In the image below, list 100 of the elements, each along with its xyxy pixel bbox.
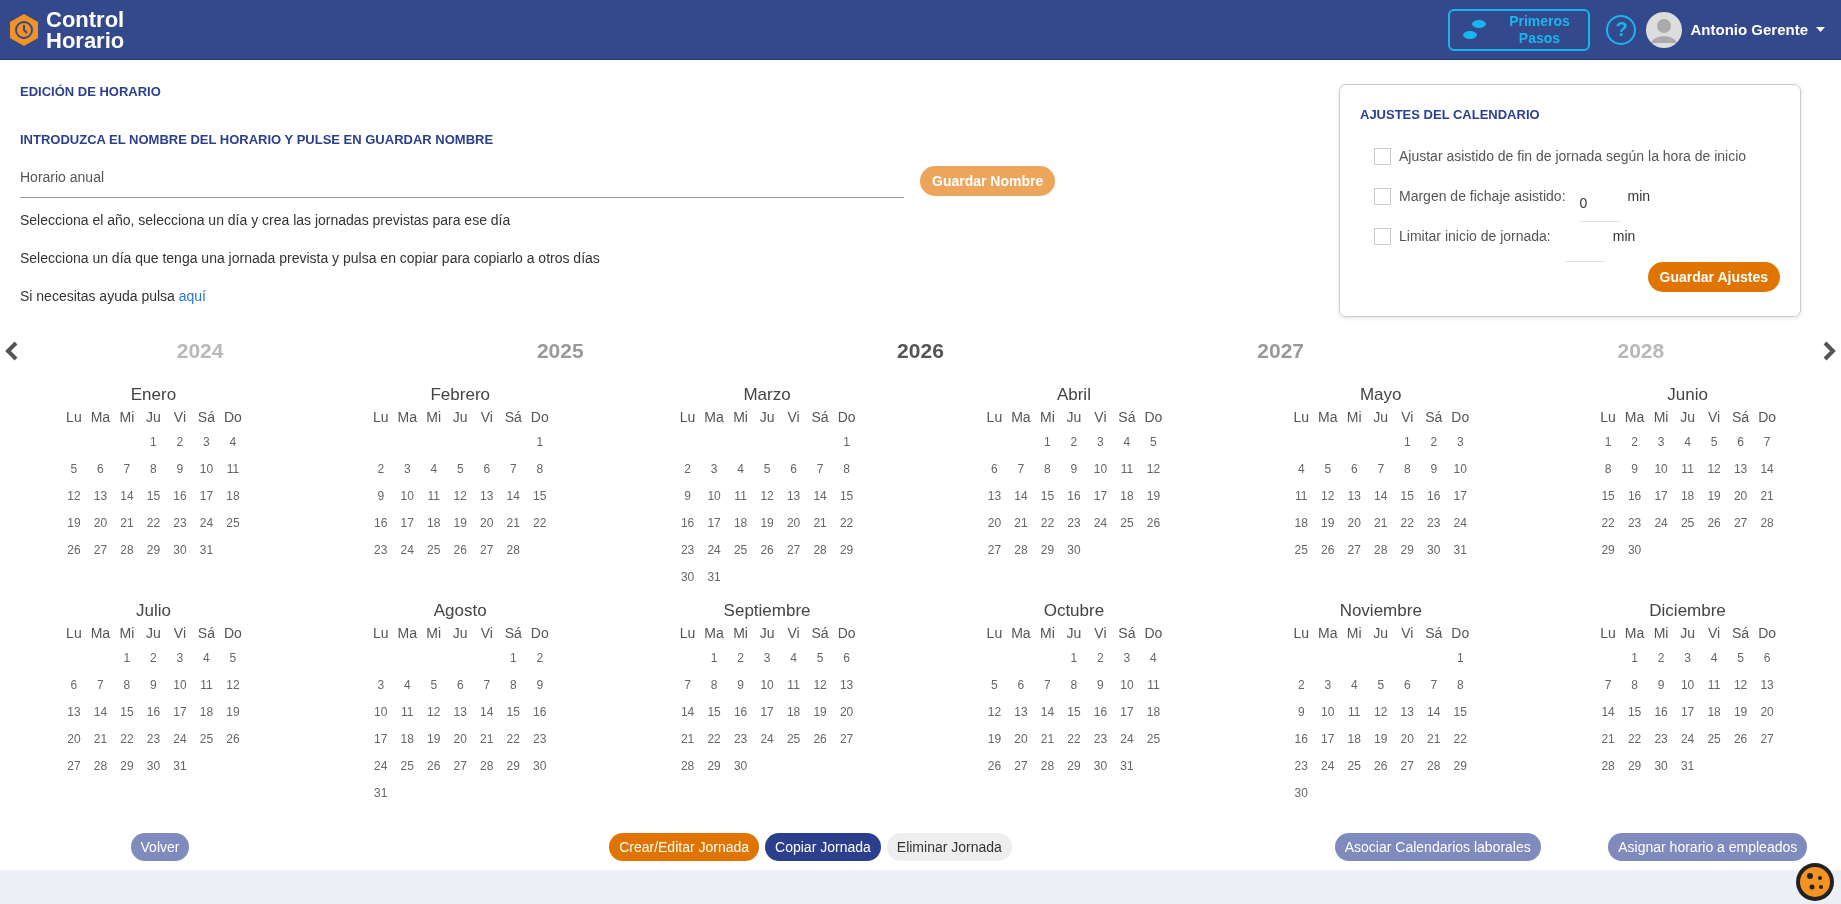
calendar-day[interactable]: 5	[981, 672, 1007, 699]
calendar-day[interactable]: 17	[167, 699, 193, 726]
calendar-day[interactable]: 3	[1315, 672, 1341, 699]
calendar-day[interactable]: 11	[1288, 483, 1314, 510]
calendar-day[interactable]: 16	[675, 510, 701, 537]
calendar-day[interactable]: 6	[87, 456, 113, 483]
calendar-day[interactable]: 22	[1622, 726, 1648, 753]
calendar-day[interactable]: 1	[701, 645, 727, 672]
calendar-day[interactable]: 25	[728, 537, 754, 564]
calendar-day[interactable]: 3	[193, 429, 219, 456]
calendar-day[interactable]: 14	[1008, 483, 1034, 510]
calendar-day[interactable]: 27	[781, 537, 807, 564]
calendar-day[interactable]: 20	[1394, 726, 1420, 753]
calendar-day[interactable]: 11	[1140, 672, 1166, 699]
calendar-day[interactable]: 17	[394, 510, 420, 537]
calendar-day[interactable]: 12	[754, 483, 780, 510]
calendar-day[interactable]: 8	[834, 456, 860, 483]
calendar-day[interactable]: 28	[1754, 510, 1780, 537]
calendar-day[interactable]: 2	[1421, 429, 1447, 456]
calendar-day[interactable]: 30	[728, 753, 754, 780]
calendar-day[interactable]: 5	[1140, 429, 1166, 456]
calendar-day[interactable]: 19	[1315, 510, 1341, 537]
calendar-day[interactable]: 6	[61, 672, 87, 699]
calendar-day[interactable]: 9	[167, 456, 193, 483]
calendar-day[interactable]: 12	[981, 699, 1007, 726]
calendar-day[interactable]: 1	[1622, 645, 1648, 672]
calendar-day[interactable]: 7	[1008, 456, 1034, 483]
calendar-day[interactable]: 19	[981, 726, 1007, 753]
calendar-day[interactable]: 31	[368, 780, 394, 807]
calendar-day[interactable]: 19	[1140, 483, 1166, 510]
calendar-day[interactable]: 1	[1595, 429, 1621, 456]
calendar-day[interactable]: 7	[500, 456, 526, 483]
calendar-day[interactable]: 18	[220, 483, 246, 510]
calendar-day[interactable]: 15	[527, 483, 553, 510]
calendar-day[interactable]: 1	[1034, 429, 1060, 456]
calendar-day[interactable]: 7	[675, 672, 701, 699]
calendar-day[interactable]: 22	[834, 510, 860, 537]
calendar-day[interactable]: 14	[87, 699, 113, 726]
calendar-day[interactable]: 14	[1754, 456, 1780, 483]
calendar-day[interactable]: 31	[1675, 753, 1701, 780]
calendar-day[interactable]: 15	[1061, 699, 1087, 726]
calendar-day[interactable]: 25	[1341, 753, 1367, 780]
calendar-day[interactable]: 24	[1114, 726, 1140, 753]
calendar-day[interactable]: 22	[1061, 726, 1087, 753]
calendar-day[interactable]: 5	[754, 456, 780, 483]
calendar-day[interactable]: 30	[527, 753, 553, 780]
calendar-day[interactable]: 29	[500, 753, 526, 780]
calendar-day[interactable]: 28	[87, 753, 113, 780]
calendar-day[interactable]: 9	[1648, 672, 1674, 699]
calendar-day[interactable]: 16	[1622, 483, 1648, 510]
calendar-day[interactable]: 24	[701, 537, 727, 564]
calendar-day[interactable]: 8	[1034, 456, 1060, 483]
calendar-day[interactable]: 21	[114, 510, 140, 537]
calendar-day[interactable]: 25	[781, 726, 807, 753]
calendar-day[interactable]: 4	[1114, 429, 1140, 456]
calendar-day[interactable]: 21	[1368, 510, 1394, 537]
calendar-day[interactable]: 10	[1114, 672, 1140, 699]
calendar-day[interactable]: 9	[728, 672, 754, 699]
calendar-day[interactable]: 17	[193, 483, 219, 510]
calendar-day[interactable]: 16	[140, 699, 166, 726]
help-link[interactable]: aquí	[178, 288, 206, 304]
calendar-day[interactable]: 17	[368, 726, 394, 753]
calendar-day[interactable]: 31	[1447, 537, 1473, 564]
calendar-day[interactable]: 30	[1421, 537, 1447, 564]
calendar-day[interactable]: 27	[1728, 510, 1754, 537]
calendar-day[interactable]: 18	[193, 699, 219, 726]
calendar-day[interactable]: 21	[1008, 510, 1034, 537]
calendar-day[interactable]: 9	[1061, 456, 1087, 483]
calendar-day[interactable]: 11	[421, 483, 447, 510]
calendar-day[interactable]: 22	[1447, 726, 1473, 753]
calendar-day[interactable]: 27	[1341, 537, 1367, 564]
calendar-day[interactable]: 1	[527, 429, 553, 456]
calendar-day[interactable]: 11	[728, 483, 754, 510]
calendar-day[interactable]: 23	[1622, 510, 1648, 537]
calendar-day[interactable]: 13	[87, 483, 113, 510]
calendar-day[interactable]: 27	[981, 537, 1007, 564]
calendar-day[interactable]: 13	[1008, 699, 1034, 726]
calendar-day[interactable]: 18	[781, 699, 807, 726]
calendar-day[interactable]: 18	[1288, 510, 1314, 537]
calendar-day[interactable]: 26	[1140, 510, 1166, 537]
calendar-day[interactable]: 3	[394, 456, 420, 483]
calendar-day[interactable]: 6	[781, 456, 807, 483]
calendar-day[interactable]: 23	[368, 537, 394, 564]
calendar-day[interactable]: 19	[447, 510, 473, 537]
action-button[interactable]: Asignar horario a empleados	[1608, 833, 1808, 861]
calendar-day[interactable]: 3	[1648, 429, 1674, 456]
calendar-day[interactable]: 15	[140, 483, 166, 510]
calendar-day[interactable]: 29	[1061, 753, 1087, 780]
calendar-day[interactable]: 21	[474, 726, 500, 753]
calendar-day[interactable]: 25	[1140, 726, 1166, 753]
calendar-day[interactable]: 30	[1087, 753, 1113, 780]
calendar-day[interactable]: 18	[1341, 726, 1367, 753]
calendar-day[interactable]: 7	[87, 672, 113, 699]
calendar-day[interactable]: 20	[781, 510, 807, 537]
calendar-day[interactable]: 2	[675, 456, 701, 483]
calendar-day[interactable]: 11	[193, 672, 219, 699]
calendar-day[interactable]: 7	[1754, 429, 1780, 456]
calendar-day[interactable]: 14	[1368, 483, 1394, 510]
calendar-day[interactable]: 3	[701, 456, 727, 483]
calendar-day[interactable]: 1	[1394, 429, 1420, 456]
